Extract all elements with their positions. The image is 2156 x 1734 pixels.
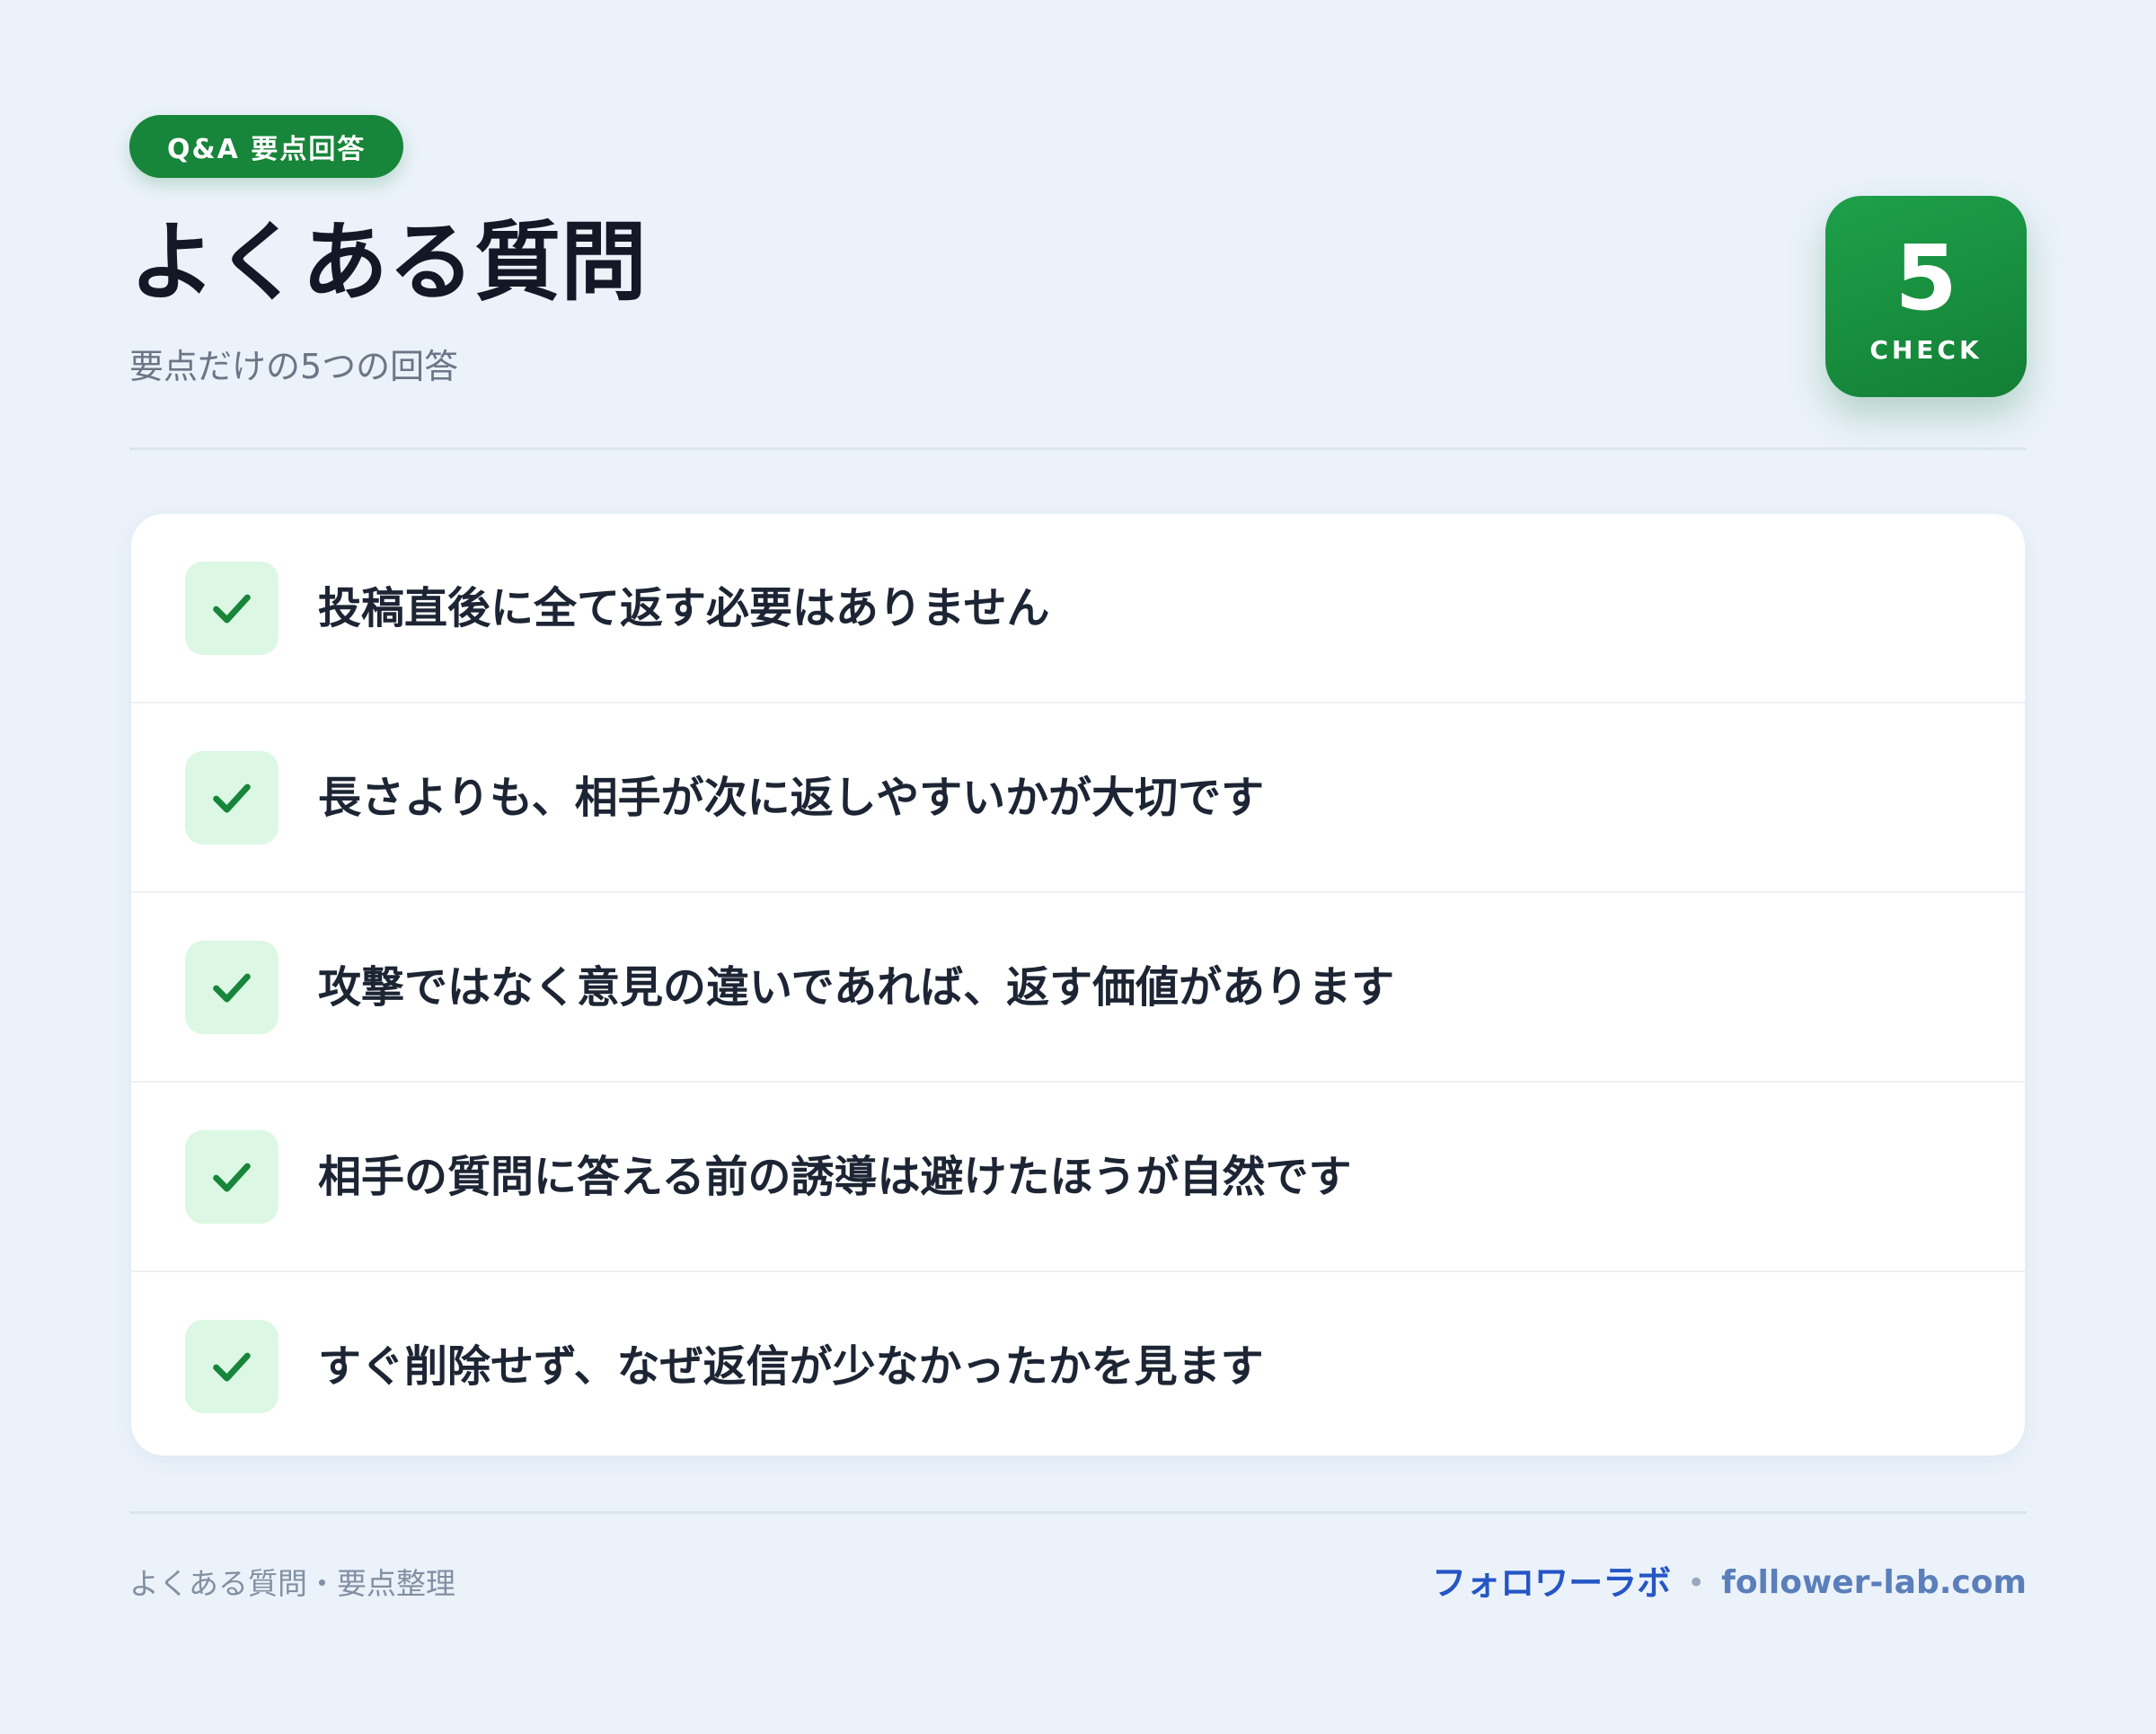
check-icon — [185, 561, 278, 655]
footer-brand: フォロワーラボ • follower-lab.com — [1432, 1560, 2027, 1606]
check-icon — [185, 1319, 278, 1413]
header-divider — [129, 447, 2027, 450]
brand-separator: • — [1687, 1565, 1706, 1601]
list-item: 攻撃ではなく意見の違いであれば、返す価値があります — [131, 893, 2025, 1083]
list-item-text: 投稿直後に全て返す必要はありません — [318, 582, 1050, 633]
brand-domain: follower-lab.com — [1721, 1564, 2027, 1601]
count-label: CHECK — [1869, 334, 1983, 365]
list-item-text: 相手の質問に答える前の誘導は避けたほうが自然です — [318, 1151, 1352, 1202]
footer-divider — [129, 1511, 2027, 1514]
check-icon — [185, 1129, 278, 1224]
check-icon — [185, 750, 278, 845]
list-item: 相手の質問に答える前の誘導は避けたほうが自然です — [131, 1083, 2025, 1272]
list-item: すぐ削除せず、なぜ返信が少なかったかを見ます — [131, 1272, 2025, 1455]
page-subtitle: 要点だけの5つの回答 — [129, 347, 459, 386]
brand-name: フォロワーラボ — [1432, 1563, 1672, 1603]
page-title: よくある質問 — [129, 212, 647, 313]
answer-list: 投稿直後に全て返す必要はありません 長さよりも、相手が次に返しやすいかが大切です… — [131, 514, 2025, 1455]
footer-caption: よくある質問・要点整理 — [129, 1566, 455, 1601]
list-item: 長さよりも、相手が次に返しやすいかが大切です — [131, 703, 2025, 893]
list-item-text: 攻撃ではなく意見の違いであれば、返す価値があります — [318, 961, 1395, 1013]
qa-badge: Q&A 要点回答 — [129, 115, 404, 178]
list-item: 投稿直後に全て返す必要はありません — [131, 514, 2025, 703]
check-icon — [185, 940, 278, 1034]
count-number: 5 — [1895, 225, 1957, 331]
list-item-text: 長さよりも、相手が次に返しやすいかが大切です — [318, 772, 1265, 823]
list-item-text: すぐ削除せず、なぜ返信が少なかったかを見ます — [318, 1340, 1264, 1392]
count-card: 5 CHECK — [1825, 196, 2027, 397]
